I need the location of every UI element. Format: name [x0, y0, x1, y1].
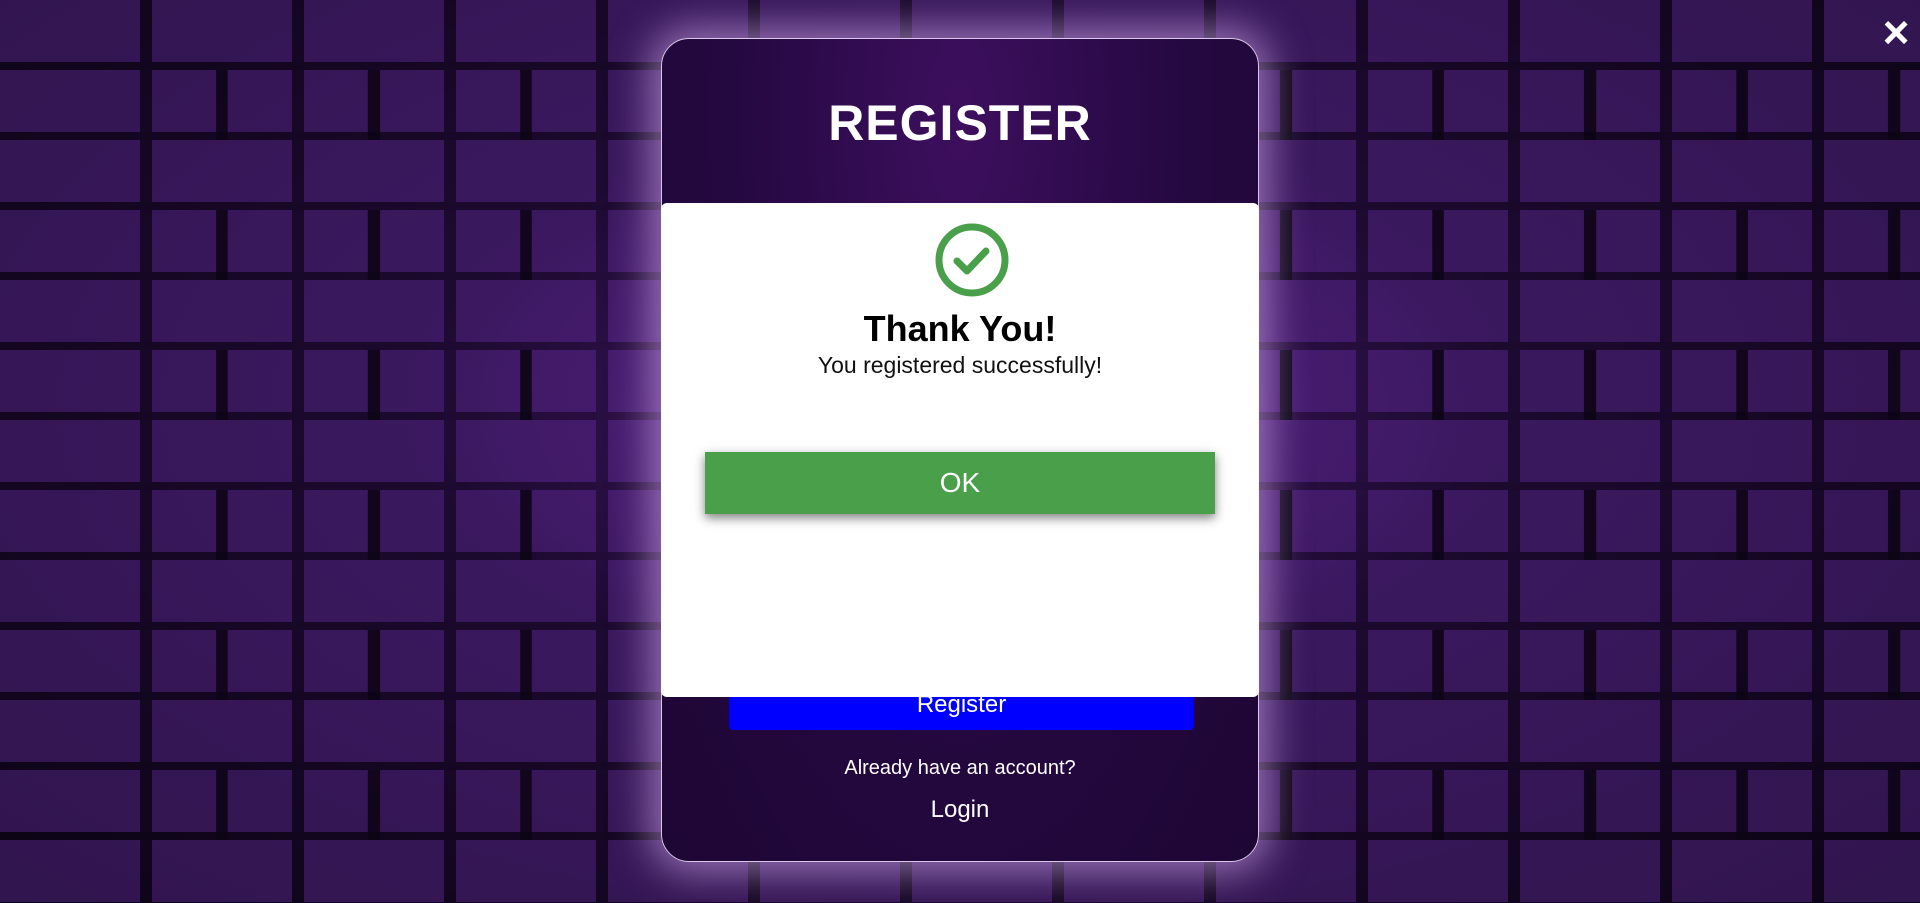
dialog-title: Thank You! [863, 308, 1057, 349]
dialog-message: You registered successfully! [817, 352, 1103, 378]
already-have-account-text: Already have an account? [844, 757, 1076, 779]
ok-button[interactable]: OK [705, 452, 1215, 514]
success-dialog: Thank You! You registered successfully! … [661, 203, 1259, 697]
close-icon[interactable]: × [1876, 9, 1916, 55]
check-circle-icon [935, 223, 1009, 297]
page-title: REGISTER [828, 95, 1092, 151]
login-link[interactable]: Login [662, 796, 1258, 824]
